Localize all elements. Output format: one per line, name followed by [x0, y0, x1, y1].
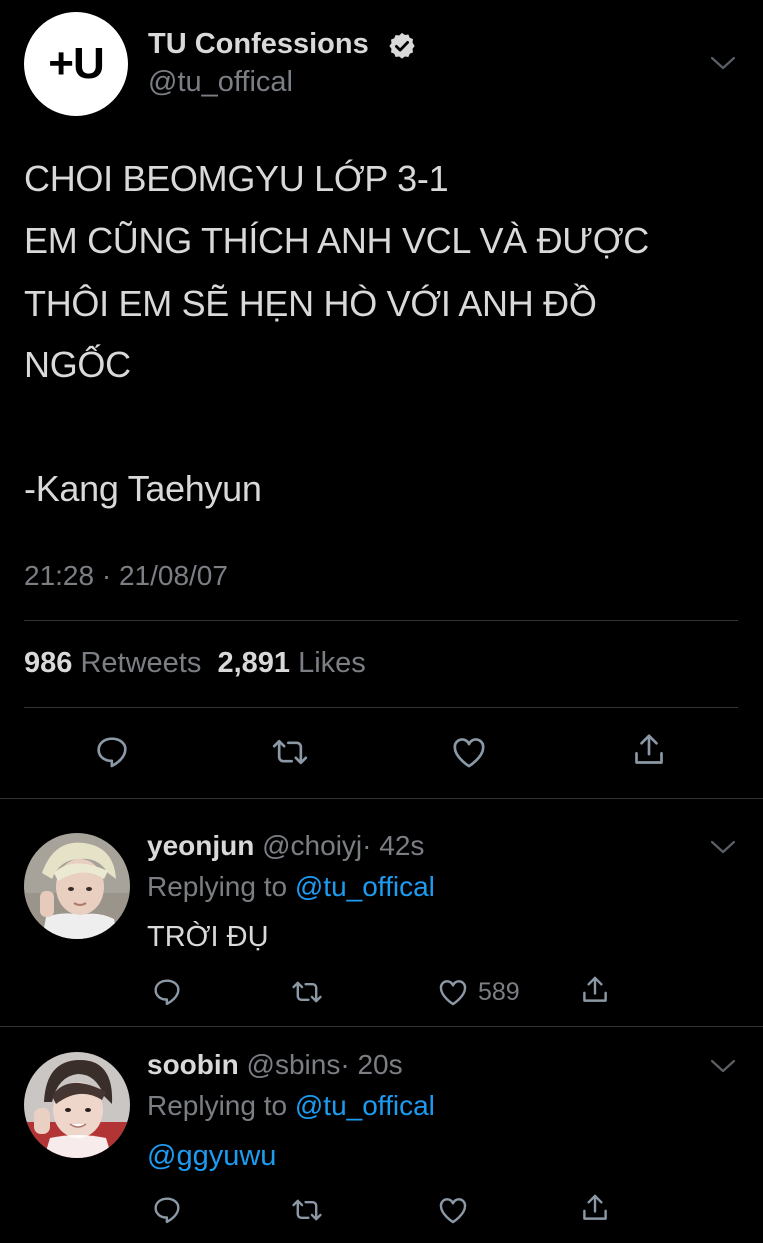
retweet-count[interactable]: 986	[24, 647, 72, 679]
avatar-logo-text: +U	[48, 39, 104, 88]
reply-icon[interactable]	[150, 1193, 184, 1227]
reply-author-handle[interactable]: @sbins	[247, 1049, 341, 1080]
tweet-timestamp[interactable]: 21:28 · 21/08/07	[24, 560, 228, 592]
reply-icon[interactable]	[92, 732, 132, 772]
heart-icon[interactable]	[449, 732, 489, 772]
tweet-text-line: THÔI EM SẼ HẸN HÒ VỚI ANH ĐỒ	[24, 283, 597, 324]
reply-icon[interactable]	[150, 975, 184, 1009]
reply-mention-link[interactable]: @ggyuwu	[147, 1140, 276, 1173]
reply-author[interactable]: soobin @sbins· 20s	[147, 1049, 403, 1081]
tweet-text-line: CHOI BEOMGYU LỚP 3-1	[24, 158, 449, 199]
replying-to-link[interactable]: @tu_offical	[295, 871, 435, 902]
author-handle[interactable]: @tu_offical	[148, 66, 293, 99]
reply-avatar[interactable]	[24, 833, 130, 939]
tweet-stats: 986 Retweets 2,891 Likes	[24, 647, 366, 680]
like-count[interactable]: 2,891	[217, 647, 290, 679]
reply-time: · 20s	[340, 1049, 403, 1080]
replying-to: Replying to @tu_offical	[147, 871, 435, 903]
share-icon[interactable]	[578, 1191, 612, 1225]
heart-icon[interactable]	[436, 975, 470, 1009]
replying-to: Replying to @tu_offical	[147, 1090, 435, 1122]
divider	[0, 798, 763, 799]
divider	[24, 707, 738, 708]
reply-author-handle[interactable]: @choiyj	[262, 830, 362, 861]
chevron-down-icon[interactable]	[710, 838, 736, 856]
tweet-text-line: EM CŨNG THÍCH ANH VCL VÀ ĐƯỢC	[24, 220, 649, 261]
divider	[24, 620, 738, 621]
reply-author[interactable]: yeonjun @choiyj· 42s	[147, 830, 424, 862]
retweets-label[interactable]: Retweets	[80, 647, 201, 679]
replying-to-link[interactable]: @tu_offical	[295, 1090, 435, 1121]
author-avatar[interactable]: +U	[24, 12, 128, 116]
reply-text: TRỜI ĐỤ	[147, 921, 269, 953]
retweet-icon[interactable]	[290, 975, 324, 1009]
share-icon[interactable]	[578, 973, 612, 1007]
chevron-down-icon[interactable]	[710, 1057, 736, 1075]
reply-time: · 42s	[362, 830, 425, 861]
retweet-icon[interactable]	[290, 1193, 324, 1227]
share-icon[interactable]	[629, 730, 669, 770]
chevron-down-icon[interactable]	[710, 54, 736, 72]
tweet-signature: -Kang Taehyun	[24, 468, 262, 509]
reply-avatar[interactable]	[24, 1052, 130, 1158]
replying-to-label: Replying to	[147, 871, 288, 902]
author-name[interactable]: TU Confessions	[148, 28, 369, 61]
tweet-text-line: NGỐC	[24, 344, 131, 385]
reply-author-name[interactable]: soobin	[147, 1049, 239, 1080]
retweet-icon[interactable]	[270, 732, 310, 772]
divider	[0, 1026, 763, 1027]
replying-to-label: Replying to	[147, 1090, 288, 1121]
reply-author-name[interactable]: yeonjun	[147, 830, 254, 861]
reply-like-count[interactable]: 589	[478, 978, 520, 1007]
verified-badge-icon	[387, 31, 417, 61]
likes-label[interactable]: Likes	[298, 647, 366, 679]
heart-icon[interactable]	[436, 1193, 470, 1227]
